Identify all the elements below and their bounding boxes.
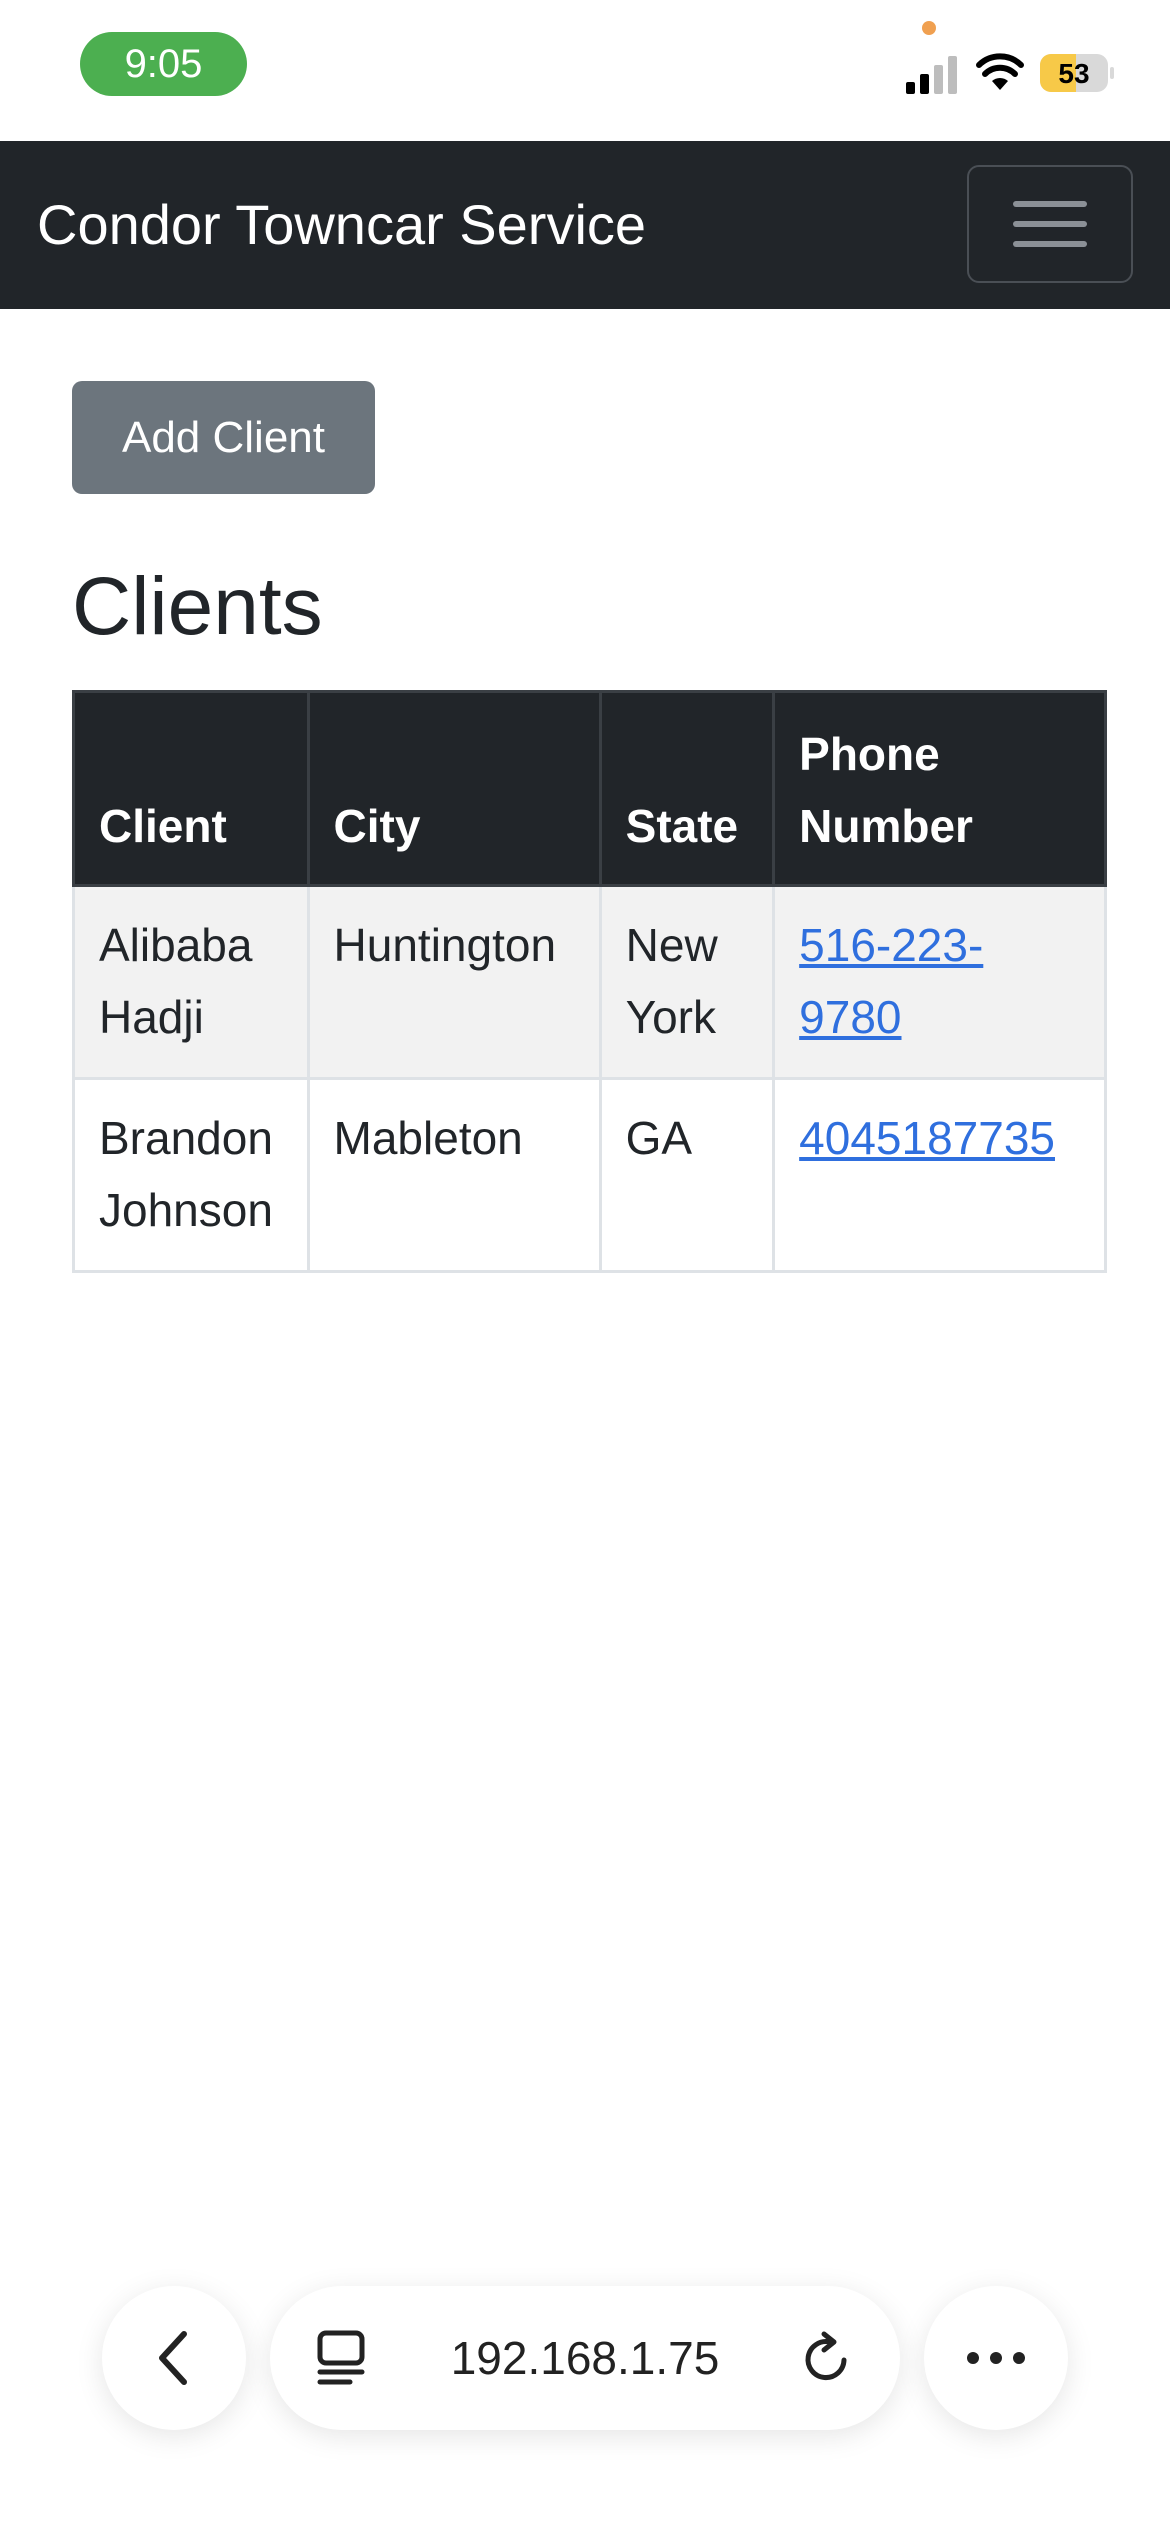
cell-state: GA: [598, 1077, 776, 1273]
more-icon: [967, 2352, 1025, 2364]
back-button[interactable]: [102, 2286, 246, 2430]
wifi-icon: [976, 53, 1024, 90]
navbar: Condor Towncar Service: [0, 141, 1170, 309]
phone-link[interactable]: 516-223-9780: [799, 919, 983, 1043]
privacy-indicator-dot: [922, 21, 936, 35]
cell-state: New York: [598, 884, 776, 1080]
cell-client: Alibaba Hadji: [72, 884, 310, 1080]
more-options-button[interactable]: [924, 2286, 1068, 2430]
cell-city: Huntington: [306, 884, 602, 1080]
navbar-brand[interactable]: Condor Towncar Service: [37, 141, 646, 309]
reload-icon[interactable]: [800, 2330, 856, 2386]
navbar-toggler-button[interactable]: [967, 165, 1133, 283]
page-title: Clients: [72, 561, 323, 652]
column-header-state: State: [598, 690, 776, 887]
status-time: 9:05: [80, 32, 247, 96]
battery-level: 53: [1058, 58, 1089, 89]
add-client-button[interactable]: Add Client: [72, 381, 375, 494]
chevron-left-icon: [159, 2331, 187, 2385]
cell-client: Brandon Johnson: [72, 1077, 310, 1273]
status-bar: 9:05 53: [0, 0, 1170, 141]
cell-phone: 516-223-9780: [772, 884, 1107, 1080]
hamburger-menu-icon: [1013, 221, 1087, 227]
table-row: Brandon Johnson Mableton GA 4045187735: [72, 1077, 1107, 1273]
column-header-phone: Phone Number: [772, 690, 1107, 887]
hamburger-menu-icon: [1013, 241, 1087, 247]
table-header-row: Client City State Phone Number: [72, 690, 1107, 887]
address-bar[interactable]: 192.168.1.75: [270, 2286, 900, 2430]
cell-phone: 4045187735: [772, 1077, 1107, 1273]
cellular-signal-icon: [906, 56, 957, 94]
column-header-client: Client: [72, 690, 310, 887]
table-row: Alibaba Hadji Huntington New York 516-22…: [72, 884, 1107, 1080]
cell-city: Mableton: [306, 1077, 602, 1273]
column-header-city: City: [306, 690, 602, 887]
clients-table: Client City State Phone Number Alibaba H…: [72, 690, 1107, 1273]
hamburger-menu-icon: [1013, 201, 1087, 207]
phone-link[interactable]: 4045187735: [799, 1112, 1055, 1164]
battery-icon: 53: [1040, 54, 1114, 92]
